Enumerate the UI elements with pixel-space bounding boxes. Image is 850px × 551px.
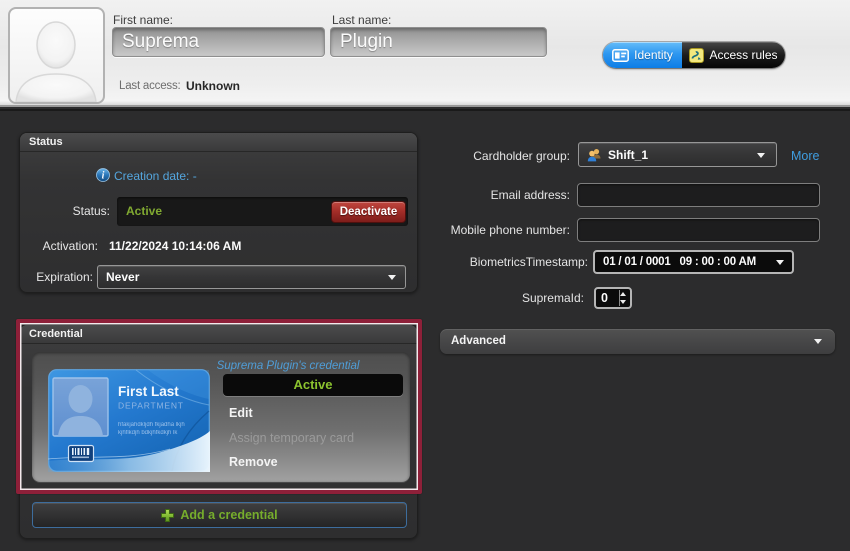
remove-action[interactable]: Remove bbox=[229, 455, 278, 469]
cardholder-details-area: Status i Creation date: - Status: Active… bbox=[0, 109, 850, 551]
expiration-label: Expiration: bbox=[24, 270, 93, 284]
email-address-label: Email address: bbox=[420, 183, 570, 207]
credential-panel-title: Credential bbox=[20, 325, 417, 344]
barcode-icon bbox=[69, 446, 94, 462]
id-card-icon bbox=[612, 49, 629, 62]
add-credential-button[interactable]: Add a credential bbox=[32, 502, 407, 528]
cardholder-group-label: Cardholder group: bbox=[420, 144, 570, 169]
cardholder-group-value: Shift_1 bbox=[608, 143, 648, 167]
last-access-label: Last access: bbox=[119, 80, 181, 92]
expiration-dropdown[interactable]: Never bbox=[97, 265, 406, 289]
card-name-text: First Last bbox=[118, 384, 179, 399]
more-link[interactable]: More bbox=[791, 144, 819, 169]
card-info-line1: hfakjahdkljdh fkjadha lkjh bbox=[118, 422, 185, 428]
expiration-value: Never bbox=[106, 266, 139, 288]
creation-date-text: Creation date: - bbox=[114, 169, 197, 183]
tab-identity[interactable]: Identity bbox=[603, 42, 682, 68]
credential-item: First Last DEPARTMENT hfakjahdkljdh fkja… bbox=[32, 352, 410, 482]
view-tabs: Identity Access rules bbox=[603, 42, 785, 68]
status-panel-title: Status bbox=[20, 133, 417, 152]
first-name-input[interactable]: Suprema bbox=[112, 27, 325, 57]
last-access-value: Unknown bbox=[186, 79, 240, 93]
email-address-input[interactable] bbox=[577, 183, 820, 207]
mobile-phone-input[interactable] bbox=[577, 218, 820, 242]
status-value: Active bbox=[126, 197, 162, 226]
person-silhouette-icon bbox=[10, 9, 103, 102]
plus-icon bbox=[161, 509, 174, 522]
status-field: Active Deactivate bbox=[117, 197, 408, 226]
status-panel: Status i Creation date: - Status: Active… bbox=[19, 132, 418, 293]
edit-action[interactable]: Edit bbox=[229, 406, 253, 420]
credential-title: Suprema Plugin's credential bbox=[203, 360, 373, 372]
credential-panel: Credential bbox=[19, 324, 418, 539]
card-info-line2: kjhflkdjh bdkjhfkdkjh lk bbox=[118, 430, 178, 436]
credential-state-button[interactable]: Active bbox=[223, 374, 403, 396]
info-icon: i bbox=[96, 168, 110, 182]
cardholder-group-icon bbox=[587, 148, 602, 163]
tab-access-rules[interactable]: Access rules bbox=[682, 42, 785, 68]
add-credential-label: Add a credential bbox=[180, 508, 277, 522]
deactivate-button[interactable]: Deactivate bbox=[331, 201, 406, 223]
biometrics-timestamp-value: 01 / 01 / 0001 09 : 00 : 00 AM bbox=[595, 256, 756, 268]
biometrics-timestamp-label: BiometricsTimestamp: bbox=[428, 250, 588, 274]
chevron-down-icon bbox=[388, 275, 396, 280]
cardholder-group-dropdown[interactable]: Shift_1 bbox=[578, 142, 777, 167]
advanced-expander[interactable]: Advanced bbox=[440, 329, 835, 354]
svg-text:i: i bbox=[102, 171, 105, 182]
card-department-text: DEPARTMENT bbox=[118, 401, 184, 411]
chevron-down-icon bbox=[776, 260, 784, 265]
assign-temporary-card-action[interactable]: Assign temporary card bbox=[229, 431, 354, 445]
cardholder-photo[interactable] bbox=[8, 7, 105, 104]
chevron-down-icon bbox=[757, 153, 765, 158]
activation-value: 11/22/2024 10:14:06 AM bbox=[109, 239, 241, 253]
chevron-down-icon bbox=[814, 339, 822, 344]
spinner-up-icon[interactable] bbox=[620, 292, 626, 296]
suprema-id-spinner[interactable]: 0 bbox=[594, 287, 632, 309]
first-name-label: First name: bbox=[113, 13, 173, 27]
status-label: Status: bbox=[40, 204, 110, 218]
suprema-id-label: SupremaId: bbox=[434, 287, 584, 309]
suprema-id-value: 0 bbox=[601, 289, 608, 307]
last-name-label: Last name: bbox=[332, 13, 391, 27]
spinner-arrows[interactable] bbox=[619, 291, 628, 305]
access-rules-icon bbox=[689, 48, 704, 63]
mobile-phone-label: Mobile phone number: bbox=[420, 218, 570, 242]
advanced-label: Advanced bbox=[451, 329, 506, 354]
tab-access-rules-label: Access rules bbox=[709, 48, 777, 62]
tab-identity-label: Identity bbox=[634, 48, 673, 62]
spinner-down-icon[interactable] bbox=[620, 300, 626, 304]
identity-header: First name: Suprema Last name: Plugin La… bbox=[0, 0, 850, 107]
credential-card-image: First Last DEPARTMENT hfakjahdkljdh fkja… bbox=[48, 369, 210, 472]
last-name-input[interactable]: Plugin bbox=[330, 27, 547, 57]
biometrics-timestamp-picker[interactable]: 01 / 01 / 0001 09 : 00 : 00 AM bbox=[593, 250, 794, 274]
activation-label: Activation: bbox=[24, 239, 98, 253]
